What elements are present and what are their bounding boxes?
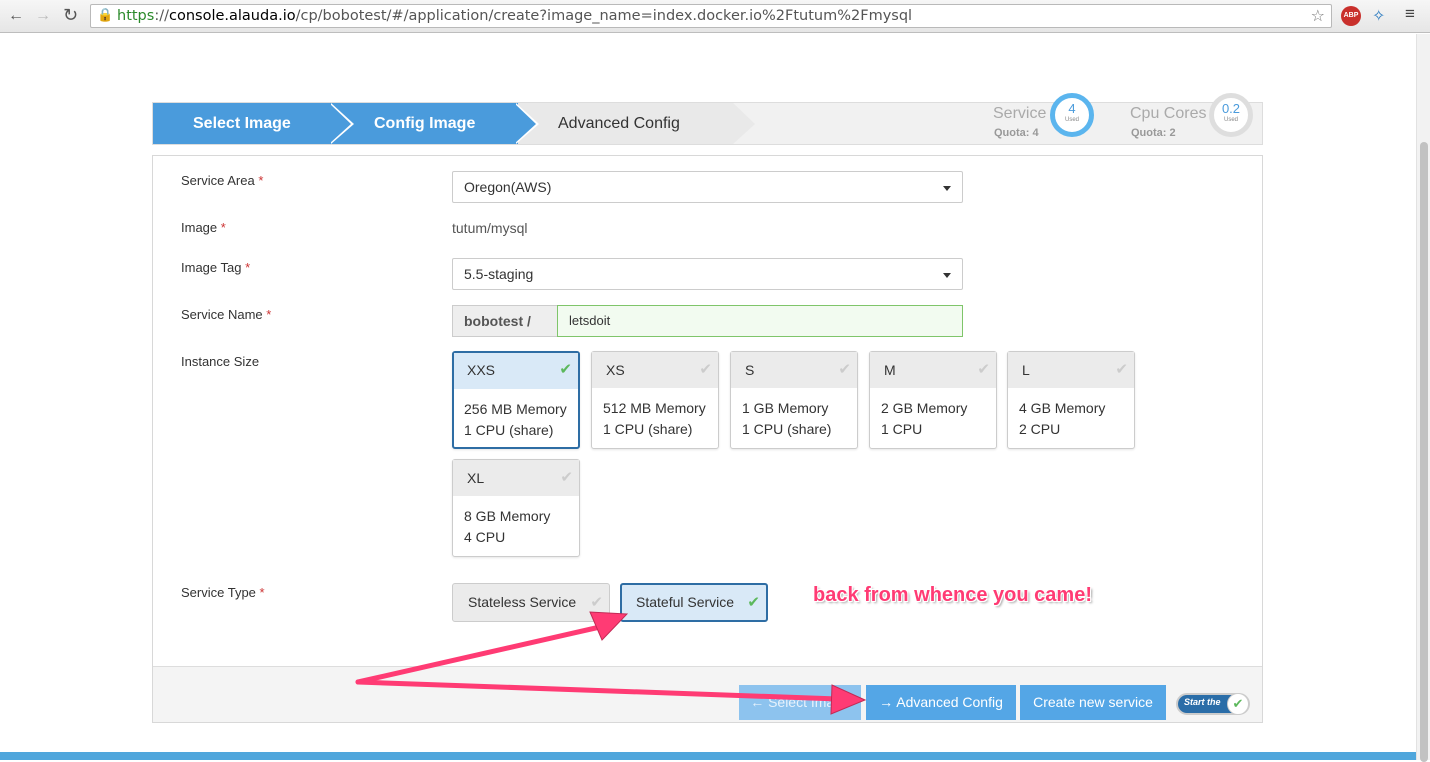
size-card-specs: 512 MB Memory 1 CPU (share) [603, 400, 706, 437]
checkmark-icon: ✔ [559, 361, 572, 378]
image-value: tutum/mysql [452, 220, 528, 236]
step-config-image[interactable]: Config Image [333, 103, 518, 144]
image-tag-value: 5.5-staging [464, 266, 534, 282]
menu-icon[interactable]: ≡ [1405, 4, 1415, 24]
step-select-image[interactable]: Select Image [153, 103, 333, 144]
config-form-panel: Service Area * Oregon(AWS) Image * tutum… [152, 155, 1263, 723]
cpu-quota-label: Cpu Cores [1130, 105, 1207, 122]
size-card-l[interactable]: L ✔ 4 GB Memory 2 CPU [1007, 351, 1135, 449]
checkmark-icon: ✔ [560, 469, 573, 486]
extension-icon[interactable]: ✧ [1372, 6, 1385, 26]
stateless-service-button[interactable]: Stateless Service ✔ [452, 583, 610, 622]
back-select-image-button[interactable]: ← Select Image [739, 685, 861, 720]
step-divider [329, 103, 351, 144]
size-card-m[interactable]: M ✔ 2 GB Memory 1 CPU [869, 351, 997, 449]
size-card-header: M ✔ [870, 352, 996, 388]
lock-icon: 🔒 [97, 8, 114, 23]
reload-icon[interactable]: ↻ [63, 5, 78, 26]
cpu-quota-used: Used [1223, 117, 1238, 123]
service-quota-label: Service [993, 105, 1047, 122]
service-name-label: Service Name * [181, 307, 272, 322]
scrollbar-thumb[interactable] [1420, 142, 1428, 762]
image-label: Image * [181, 220, 226, 235]
url-separator: :// [154, 8, 169, 24]
cpu-quota-value: 0.2 [1221, 101, 1241, 116]
service-quota-sub: Quota: 4 [994, 127, 1039, 139]
address-bar[interactable]: 🔒 https://console.alauda.io/cp/bobotest/… [90, 4, 1332, 28]
size-card-specs: 8 GB Memory 4 CPU [464, 508, 551, 545]
checkmark-icon: ✔ [699, 361, 712, 378]
service-type-label: Service Type * [181, 585, 265, 600]
service-area-select[interactable]: Oregon(AWS) [452, 171, 963, 203]
namespace-prefix: bobotest / [452, 305, 557, 337]
url-domain: console.alauda.io [168, 8, 296, 24]
step-divider [514, 103, 536, 144]
adblock-icon[interactable]: ABP [1341, 6, 1361, 26]
size-card-xxs[interactable]: XXS ✔ 256 MB Memory 1 CPU (share) [452, 351, 580, 449]
chevron-down-icon [943, 273, 951, 278]
stateful-service-button[interactable]: Stateful Service ✔ [620, 583, 768, 622]
url-path: /cp/bobotest/#/application/create?image_… [295, 8, 913, 24]
size-card-header: XXS ✔ [454, 353, 578, 389]
size-card-specs: 1 GB Memory 1 CPU (share) [742, 400, 832, 437]
size-card-specs: 256 MB Memory 1 CPU (share) [464, 401, 567, 438]
service-quota-used: Used [1064, 117, 1079, 123]
size-card-specs: 2 GB Memory 1 CPU [881, 400, 968, 437]
url-scheme: https [117, 8, 155, 24]
image-tag-select[interactable]: 5.5-staging [452, 258, 963, 290]
size-card-header: S ✔ [731, 352, 857, 388]
create-service-button[interactable]: Create new service [1020, 685, 1166, 720]
step-divider [733, 103, 755, 144]
checkmark-icon: ✔ [747, 594, 760, 611]
service-area-value: Oregon(AWS) [464, 179, 552, 195]
size-card-header: XL ✔ [453, 460, 579, 496]
instance-size-label: Instance Size [181, 354, 260, 369]
service-name-input[interactable]: letsdoit [557, 305, 963, 337]
size-card-xl[interactable]: XL ✔ 8 GB Memory 4 CPU [452, 459, 580, 557]
toggle-label: Start the [1184, 697, 1221, 707]
wizard-steps: Select Image Config Image Advanced Confi… [152, 93, 1263, 145]
cpu-quota-ring: 0.2 Used [1209, 93, 1253, 137]
browser-toolbar: ← → ↻ 🔒 https://console.alauda.io/cp/bob… [0, 0, 1430, 33]
form-footer: ← Select Image → Advanced Config Create … [153, 666, 1262, 722]
page-scrollbar[interactable] [1416, 34, 1430, 762]
back-arrow-icon[interactable]: ← [8, 7, 24, 25]
image-tag-label: Image Tag * [181, 260, 251, 275]
annotation-text: back from whence you came! [813, 584, 1092, 606]
checkmark-icon: ✔ [838, 361, 851, 378]
advanced-config-button[interactable]: → Advanced Config [866, 685, 1016, 720]
checkmark-icon: ✔ [1115, 361, 1128, 378]
size-card-header: XS ✔ [592, 352, 718, 388]
size-card-specs: 4 GB Memory 2 CPU [1019, 400, 1106, 437]
cpu-quota-sub: Quota: 2 [1131, 127, 1176, 139]
start-toggle[interactable]: Start the ✔ [1176, 693, 1250, 715]
check-icon: ✔ [1227, 693, 1249, 715]
forward-arrow-icon[interactable]: → [35, 7, 51, 25]
size-card-s[interactable]: S ✔ 1 GB Memory 1 CPU (share) [730, 351, 858, 449]
chevron-down-icon [943, 186, 951, 191]
size-card-header: L ✔ [1008, 352, 1134, 388]
bottom-banner-strip [0, 752, 1416, 760]
service-area-label: Service Area * [181, 173, 264, 188]
checkmark-icon: ✔ [977, 361, 990, 378]
size-card-xs[interactable]: XS ✔ 512 MB Memory 1 CPU (share) [591, 351, 719, 449]
star-icon[interactable]: ☆ [1311, 5, 1325, 27]
service-quota-value: 4 [1068, 101, 1076, 116]
step-advanced-config[interactable]: Advanced Config [518, 103, 733, 144]
checkmark-icon: ✔ [590, 594, 603, 611]
service-quota-ring: 4 Used [1050, 93, 1094, 137]
